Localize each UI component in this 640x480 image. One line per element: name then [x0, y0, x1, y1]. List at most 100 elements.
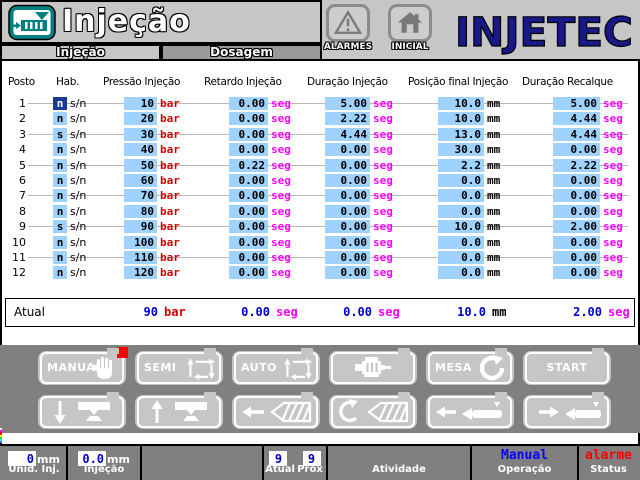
retardo-field[interactable]: 0.00	[229, 266, 268, 280]
recalque-field[interactable]: 0.00	[553, 204, 600, 218]
duracao-field[interactable]: 5.00	[325, 97, 370, 110]
duracao-field[interactable]: 0.00	[325, 173, 370, 187]
atual-label: Atual	[14, 305, 45, 319]
pressao-field[interactable]: 40	[124, 143, 157, 157]
alarms-button[interactable]: ALARMES	[324, 4, 372, 56]
hab-toggle[interactable]: n	[53, 204, 67, 218]
posicao-field[interactable]: 30.0	[438, 143, 484, 157]
retardo-field[interactable]: 0.00	[229, 97, 268, 110]
retardo-field[interactable]: 0.00	[229, 143, 268, 157]
retardo-field[interactable]: 0.00	[229, 220, 268, 234]
status-injecao: 0.0 mm Injeção	[68, 446, 142, 480]
mesa-button[interactable]: MESA	[426, 348, 514, 385]
posicao-field[interactable]: 0.0	[438, 189, 484, 203]
recalque-field[interactable]: 0.00	[553, 173, 600, 187]
retardo-field[interactable]: 0.00	[229, 173, 268, 187]
unit-back-button[interactable]	[426, 392, 514, 429]
duracao-field[interactable]: 0.00	[325, 235, 370, 249]
recalque-field[interactable]: 0.00	[553, 189, 600, 203]
recalque-field[interactable]: 0.00	[553, 235, 600, 249]
pressao-field[interactable]: 80	[124, 204, 157, 218]
pressao-field[interactable]: 110	[124, 250, 157, 264]
table-row: 3 s s/n 30 bar 0.00 seg 4.44 seg 13.0 mm 4.44 seg	[0, 127, 640, 142]
recalque-field[interactable]: 4.44	[553, 127, 600, 141]
posicao-field[interactable]: 0.0	[438, 235, 484, 249]
posicao-field[interactable]: 10.0	[438, 97, 484, 110]
recalque-field[interactable]: 5.00	[553, 97, 600, 110]
retardo-field[interactable]: 0.00	[229, 127, 268, 141]
status-bar: 0 mm Unid. Inj. 0.0 mm Injeção 9 9 Atual Pr…	[0, 444, 640, 480]
duracao-field[interactable]: 0.00	[325, 204, 370, 218]
recalque-field[interactable]: 0.00	[553, 266, 600, 280]
recalque-field[interactable]: 0.00	[553, 143, 600, 157]
posicao-field[interactable]: 0.0	[438, 266, 484, 280]
pressao-field[interactable]: 100	[124, 235, 157, 249]
duracao-field[interactable]: 0.00	[325, 158, 370, 172]
unit-forward-button[interactable]	[523, 392, 611, 429]
hab-toggle[interactable]: n	[53, 173, 67, 187]
dosage-button[interactable]	[329, 392, 417, 429]
hab-toggle[interactable]: n	[53, 235, 67, 249]
posicao-field[interactable]: 2.2	[438, 158, 484, 172]
retardo-field[interactable]: 0.22	[229, 158, 268, 172]
home-button[interactable]: INICIAL	[386, 4, 434, 56]
semi-button[interactable]: SEMI	[135, 348, 223, 385]
pressao-field[interactable]: 70	[124, 189, 157, 203]
pressao-field[interactable]: 50	[124, 158, 157, 172]
mm-unit: mm	[487, 266, 501, 280]
retardo-field[interactable]: 0.00	[229, 204, 268, 218]
retardo-field[interactable]: 0.00	[229, 235, 268, 249]
posicao-field[interactable]: 10.0	[438, 112, 484, 126]
tab-dosagem[interactable]: Dosagem	[161, 44, 322, 61]
duracao-field[interactable]: 0.00	[325, 266, 370, 280]
atividade-value	[328, 448, 470, 463]
hab-toggle[interactable]: n	[53, 189, 67, 203]
retardo-field[interactable]: 0.00	[229, 189, 268, 203]
tab-injecao[interactable]: Injeção	[0, 44, 161, 61]
hab-toggle[interactable]: n	[53, 143, 67, 157]
duracao-field[interactable]: 2.22	[325, 112, 370, 126]
hab-toggle[interactable]: n	[53, 158, 67, 172]
retardo-field[interactable]: 0.00	[229, 112, 268, 126]
pressao-field[interactable]: 120	[124, 266, 157, 280]
hab-toggle[interactable]: n	[53, 250, 67, 264]
posicao-field[interactable]: 0.0	[438, 204, 484, 218]
pressao-field[interactable]: 20	[124, 112, 157, 126]
duracao-field[interactable]: 0.00	[325, 189, 370, 203]
pressao-field[interactable]: 30	[124, 127, 157, 141]
recalque-field[interactable]: 2.00	[553, 220, 600, 234]
start-button[interactable]: START	[523, 348, 611, 385]
status-value: alarme	[585, 448, 632, 463]
hab-toggle[interactable]: n	[53, 266, 67, 280]
hab-toggle[interactable]: s	[53, 127, 67, 141]
atual-duracao-value: 0.00	[343, 305, 372, 319]
auto-button[interactable]: AUTO	[232, 348, 320, 385]
duracao-field[interactable]: 0.00	[325, 220, 370, 234]
mold-close-button[interactable]	[38, 392, 126, 429]
retardo-field[interactable]: 0.00	[229, 250, 268, 264]
pressao-field[interactable]: 60	[124, 173, 157, 187]
mold-open-button[interactable]	[135, 392, 223, 429]
recalque-field[interactable]: 2.22	[553, 158, 600, 172]
recalque-field[interactable]: 0.00	[553, 250, 600, 264]
inject-button[interactable]	[232, 392, 320, 429]
duracao-field[interactable]: 0.00	[325, 250, 370, 264]
pressao-field[interactable]: 10	[124, 97, 157, 110]
posicao-field[interactable]: 0.0	[438, 250, 484, 264]
sn-label: s/n	[70, 220, 87, 234]
sn-label: s/n	[70, 235, 87, 249]
hand-icon	[89, 355, 119, 381]
hab-toggle[interactable]: n	[53, 112, 67, 126]
posicao-field[interactable]: 10.0	[438, 220, 484, 234]
duracao-field[interactable]: 4.44	[325, 127, 370, 141]
duracao-field[interactable]: 0.00	[325, 143, 370, 157]
hab-toggle[interactable]: s	[53, 220, 67, 234]
posicao-field[interactable]: 13.0	[438, 127, 484, 141]
bar-unit: bar	[160, 127, 180, 141]
manual-button[interactable]: MANUAL	[38, 347, 128, 385]
recalque-field[interactable]: 4.44	[553, 112, 600, 126]
motor-button[interactable]	[329, 348, 417, 385]
posicao-field[interactable]: 0.0	[438, 173, 484, 187]
pressao-field[interactable]: 90	[124, 220, 157, 234]
hab-toggle[interactable]: n	[53, 97, 67, 110]
